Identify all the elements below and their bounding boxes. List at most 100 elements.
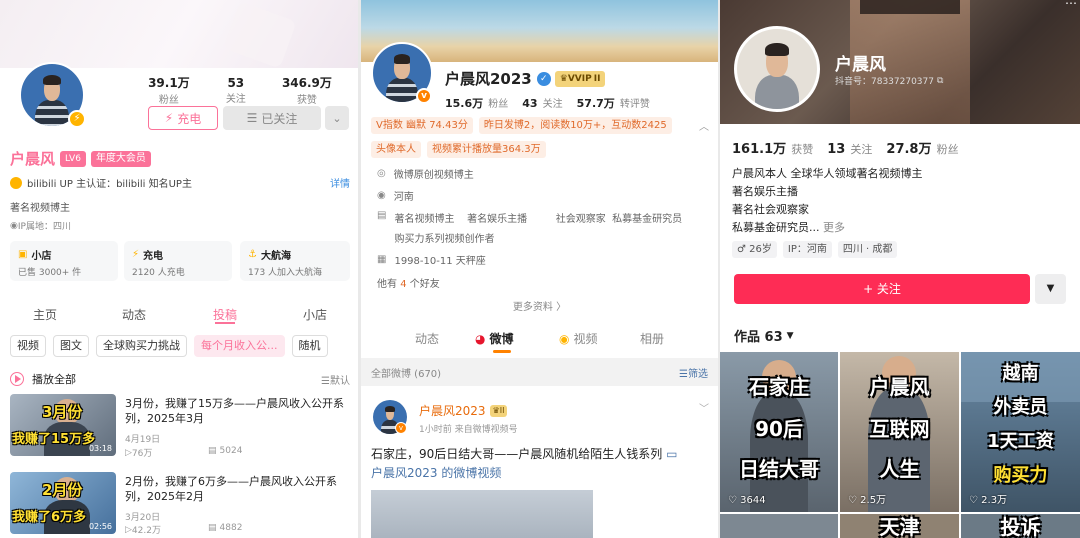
post-time: 1小时前 来自微博视频号 [419, 425, 518, 435]
shop-icon: ▣ [18, 249, 28, 260]
chevron-down-icon[interactable]: ⌄ [325, 106, 349, 130]
tag-row-1: V指数 幽默 74.43分 昨日发博2，阅读数10万+，互动数2425 [371, 117, 672, 134]
tab-shop[interactable]: 小店 [303, 306, 327, 323]
follow-button[interactable]: + 关注 [734, 274, 1030, 304]
tab-dynamic[interactable]: 动态 [122, 306, 146, 323]
vip-badge[interactable]: 年度大会员 [90, 150, 151, 167]
bio: 著名视频博主 [10, 203, 70, 214]
document-icon: ▤ [377, 210, 387, 221]
charge-card[interactable]: ⚡ 充电 2120 人充电 [124, 241, 232, 281]
location-icon: ◉ [10, 220, 18, 231]
filter-random[interactable]: 随机 [291, 335, 328, 357]
stat-following[interactable]: 43 关注 [522, 92, 562, 111]
filter-button[interactable]: ☰筛选 [679, 365, 708, 380]
bio-more-button[interactable]: 更多 [823, 221, 845, 234]
work-cell[interactable]: 投诉 [961, 514, 1080, 538]
works-header[interactable]: 作品 63 ▼ [734, 326, 794, 345]
video-title[interactable]: 2月份，我赚了6万多——户晨风收入公开系列，2025年2月 [125, 474, 350, 504]
filter-icon: ☰ [679, 368, 688, 380]
filter-video[interactable]: 视频 [10, 335, 46, 357]
video-title[interactable]: 3月份，我赚了15万多——户晨风收入公开系列，2025年3月 [125, 396, 350, 426]
tab-bar: 主页 动态 投稿 小店 [0, 302, 358, 326]
cert-detail-link[interactable]: 详情 [330, 175, 350, 190]
voyage-card[interactable]: ⚓ 大航海 173 人加入大航海 [240, 241, 350, 281]
post-video-link[interactable]: 户晨风2023 的微博视频 [371, 464, 501, 481]
caret-down-icon[interactable]: ▼ [1035, 274, 1066, 304]
avatar[interactable] [734, 26, 820, 112]
play-all-button[interactable]: 播放全部 [32, 371, 76, 387]
stat-interactions[interactable]: 57.7万 转评赞 [577, 92, 650, 111]
danmaku-icon: ▤ [208, 523, 217, 533]
stat-following[interactable]: 13 关注 [827, 138, 872, 157]
video-thumbnail[interactable]: 2月份 我赚了6万多 02:56 [10, 472, 116, 534]
vvip-badge[interactable]: ♛VVIP II [554, 70, 606, 87]
more-info-button[interactable]: 更多资料 〉 [361, 298, 718, 313]
level-badge: LV6 [60, 150, 86, 167]
video-thumbnail[interactable]: 3月份 我赚了15万多 03:18 [10, 394, 116, 456]
avatar-self-tag[interactable]: 头像本人 [371, 141, 421, 158]
stats-row: 15.6万 粉丝 43 关注 57.7万 转评赞 [445, 92, 650, 111]
weibo-panel: v 户晨风2023 ✓ ♛VVIP II 15.6万 粉丝 43 关注 57.7万… [361, 0, 718, 538]
chevron-down-icon[interactable]: ﹀ [699, 400, 709, 415]
danmaku-icon: ▤ [208, 446, 217, 456]
bilibili-panel: ⚡ 39.1万 粉丝 53 关注 346.9万 获赞 ⚡ 充电 ☰ 已关注 ⌄ 户晨风 L… [0, 0, 358, 538]
tab-video[interactable]: ◉ 视频 [559, 330, 598, 347]
play-icon[interactable] [10, 372, 24, 386]
play-count-tag[interactable]: 视频累计播放量364.3万 [427, 141, 546, 158]
filter-monthly-income[interactable]: 每个月收入公... [194, 335, 285, 357]
video-danmaku: ▤ 4882 [208, 523, 243, 533]
work-cell[interactable]: 天津 [840, 514, 959, 538]
crown-icon: ♛ [559, 73, 568, 84]
douyin-id: 抖音号：78337270377 ⧉ [835, 75, 944, 88]
tab-indicator [493, 350, 511, 353]
play-all-row: 播放全部 ☰默认 [10, 371, 350, 387]
stat-fans[interactable]: 15.6万 粉丝 [445, 92, 508, 111]
stat-likes[interactable]: 161.1万 获赞 [732, 138, 813, 157]
bio: 户晨风本人 全球华人领域著名视频博主 著名娱乐主播 著名社会观察家 私募基金研究… [732, 167, 923, 234]
anchor-icon: ⚓ [248, 249, 257, 260]
tab-home[interactable]: 主页 [33, 306, 57, 323]
sort-icon: ☰ [321, 375, 330, 387]
charge-button[interactable]: ⚡ 充电 [148, 106, 218, 130]
work-cell[interactable]: 户晨风 互联网 人生 ♡ 2.5万 [840, 352, 959, 512]
username: 户晨风 [10, 150, 56, 168]
post-video-preview[interactable] [371, 490, 593, 538]
heart-icon: ♡ [969, 495, 978, 506]
weibo-logo-icon: ◕ [475, 331, 486, 346]
work-cell[interactable] [720, 514, 838, 538]
stats-row: 161.1万 获赞 13 关注 27.8万 粉丝 [732, 138, 959, 157]
tab-dynamic[interactable]: 动态 [415, 330, 439, 347]
v-index-tag[interactable]: V指数 幽默 74.43分 [371, 117, 473, 134]
all-weibo-count: 全部微博 (670) [371, 368, 442, 380]
work-cell[interactable]: 越南 外卖员 1天工资 购买力 ♡ 2.3万 [961, 352, 1080, 512]
filter-article[interactable]: 图文 [53, 335, 89, 357]
work-cell[interactable]: 石家庄 90后 日结大哥 ♡ 3644 [720, 352, 838, 512]
stat-likes[interactable]: 346.9万 获赞 [282, 74, 332, 106]
filter-purchasing-power[interactable]: 全球购买力挑战 [96, 335, 187, 357]
profile-tags: ♂ 26岁 IP：河南 四川 · 成都 [732, 241, 898, 258]
copy-icon[interactable]: ⧉ [937, 76, 943, 86]
chevron-up-icon[interactable]: ︿ [699, 118, 709, 133]
lightning-icon: ⚡ [132, 249, 140, 260]
age-tag: ♂ 26岁 [732, 241, 777, 258]
followed-button[interactable]: ☰ 已关注 [223, 106, 321, 130]
stat-fans[interactable]: 39.1万 粉丝 [148, 74, 190, 106]
shop-card[interactable]: ▣ 小店 已售 3000+ 件 [10, 241, 118, 281]
stat-following[interactable]: 53 关注 [226, 76, 246, 105]
caret-down-icon: ▼ [786, 330, 794, 341]
friends-row[interactable]: 他有 4 个好友 [377, 275, 440, 290]
tab-weibo[interactable]: ◕ 微博 [475, 330, 514, 347]
post-author[interactable]: 户晨风2023 [419, 402, 486, 419]
activity-tag[interactable]: 昨日发博2，阅读数10万+，互动数2425 [478, 117, 672, 134]
tab-uploads[interactable]: 投稿 [213, 306, 237, 323]
tab-album[interactable]: 相册 [640, 330, 664, 347]
sort-button[interactable]: ☰默认 [321, 372, 350, 387]
like-count: ♡ 2.5万 [848, 495, 887, 506]
stat-fans[interactable]: 27.8万 粉丝 [886, 138, 958, 157]
more-icon[interactable]: ⋯ [1065, 0, 1077, 10]
like-count: ♡ 3644 [728, 495, 766, 506]
filter-row: 视频 图文 全球购买力挑战 每个月收入公... 随机 [10, 335, 358, 357]
video-icon: ▭ [666, 447, 678, 461]
ip-tag: IP：河南 [782, 241, 832, 258]
banner [0, 0, 358, 69]
